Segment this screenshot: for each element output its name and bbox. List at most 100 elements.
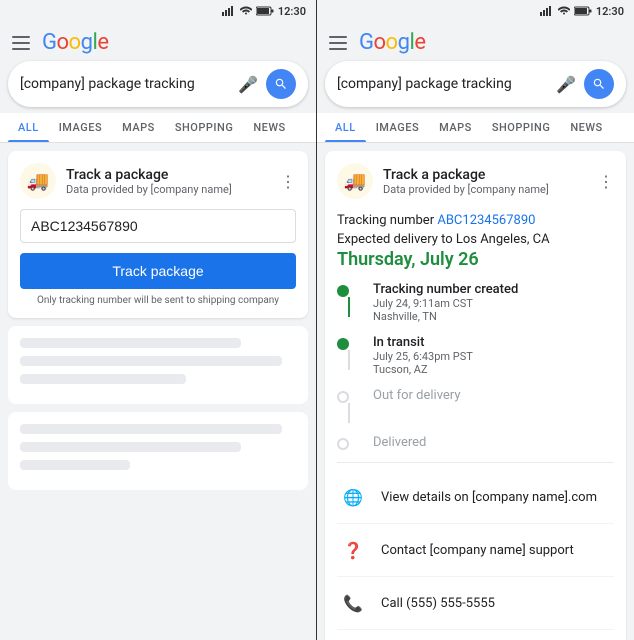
timeline-content-created: Tracking number created July 24, 9:11am … [373,282,518,323]
right-mic-icon[interactable]: 🎤 [556,75,576,94]
right-hamburger-icon[interactable] [329,36,347,50]
action-track-another[interactable]: 🚚 Track another package [337,630,614,640]
right-google-header: Google [317,22,634,61]
tracking-timeline: Tracking number created July 24, 9:11am … [337,282,614,450]
timeline-content-delivery: Out for delivery [373,388,460,403]
tracking-number-input[interactable] [20,209,296,243]
timeline-item-created: Tracking number created July 24, 9:11am … [337,282,614,323]
right-main-content: 🚚 Track a package Data provided by [comp… [317,143,634,640]
right-panel: 12:30 Google [company] package tracking … [317,0,634,640]
left-more-icon[interactable]: ⋮ [280,172,296,191]
left-tab-all[interactable]: ALL [8,113,49,142]
right-search-button[interactable] [584,69,614,99]
tracking-number-row: Tracking number ABC1234567890 [337,213,614,228]
left-skeleton-2 [8,412,308,490]
left-google-header: Google [0,22,316,61]
left-tab-news[interactable]: NEWS [243,113,295,142]
left-hamburger-icon[interactable] [12,36,30,50]
event-detail-created-1: July 24, 9:11am CST [373,297,518,310]
event-title-transit: In transit [373,335,473,350]
left-card-title: Track a package [66,167,280,183]
globe-icon: 🌐 [337,481,369,513]
track-package-button[interactable]: Track package [20,253,296,289]
delivery-date: Thursday, July 26 [337,249,614,270]
left-search-text: [company] package tracking [20,76,238,92]
battery-icon [574,6,592,16]
right-tabs-bar: ALL IMAGES MAPS SHOPPING NEWS [317,113,634,143]
right-card-subtitle: Data provided by [company name] [383,183,598,196]
skeleton-line [20,460,130,470]
skeleton-line [20,442,241,452]
right-search-bar[interactable]: [company] package tracking 🎤 [325,61,626,107]
event-detail-created-2: Nashville, TN [373,310,518,323]
timeline-content-delivered: Delivered [373,435,426,450]
skeleton-line [20,356,282,366]
signal-icon [540,6,554,16]
right-card-title-area: Track a package Data provided by [compan… [383,167,598,196]
left-tab-maps[interactable]: MAPS [112,113,165,142]
event-title-delivered: Delivered [373,435,426,450]
right-tracking-card: 🚚 Track a package Data provided by [comp… [325,151,626,640]
right-tab-maps[interactable]: MAPS [429,113,482,142]
left-card-header: 🚚 Track a package Data provided by [comp… [20,163,296,199]
left-tab-images[interactable]: IMAGES [49,113,112,142]
right-search-icons: 🎤 [556,69,614,99]
right-google-logo: Google [359,30,425,55]
left-time: 12:30 [278,5,306,18]
timeline-item-delivered: Delivered [337,435,614,450]
action-contact-support[interactable]: ❓ Contact [company name] support [337,524,614,577]
right-search-text: [company] package tracking [337,76,556,92]
left-truck-icon: 🚚 [20,163,56,199]
wifi-icon [240,6,252,16]
timeline-item-delivery: Out for delivery [337,388,614,423]
right-tab-shopping[interactable]: SHOPPING [482,113,561,142]
right-status-icons: 12:30 [540,5,624,18]
timeline-item-transit: In transit July 25, 6:43pm PST Tucson, A… [337,335,614,376]
right-more-icon[interactable]: ⋮ [598,172,614,191]
timeline-dot-transit [337,338,349,350]
tracking-result: Tracking number ABC1234567890 Expected d… [337,209,614,640]
left-status-icons: 12:30 [222,5,306,18]
event-title-delivery: Out for delivery [373,388,460,403]
event-title-created: Tracking number created [373,282,518,297]
action-view-details-label: View details on [company name].com [381,490,597,505]
left-search-button[interactable] [266,69,296,99]
left-panel: 12:30 Google [company] package tracking … [0,0,317,640]
action-contact-label: Contact [company name] support [381,543,574,558]
action-call[interactable]: 📞 Call (555) 555-5555 [337,577,614,630]
action-call-label: Call (555) 555-5555 [381,596,495,611]
right-truck-icon: 🚚 [337,163,373,199]
timeline-content-transit: In transit July 25, 6:43pm PST Tucson, A… [373,335,473,376]
left-tabs-bar: ALL IMAGES MAPS SHOPPING NEWS [0,113,316,143]
right-tab-all[interactable]: ALL [325,113,366,142]
left-search-bar[interactable]: [company] package tracking 🎤 [8,61,308,107]
left-status-bar: 12:30 [0,0,316,22]
right-status-bar: 12:30 [317,0,634,22]
action-view-details[interactable]: 🌐 View details on [company name].com [337,471,614,524]
event-detail-transit-1: July 25, 6:43pm PST [373,350,473,363]
tracking-number-label: Tracking number [337,213,434,228]
skeleton-line [20,374,186,384]
left-skeleton-1 [8,326,308,404]
right-time: 12:30 [596,5,624,18]
left-mic-icon[interactable]: 🎤 [238,75,258,94]
delivery-label: Expected delivery to Los Angeles, CA [337,232,614,247]
left-tracking-card: 🚚 Track a package Data provided by [comp… [8,151,308,318]
tracking-disclaimer: Only tracking number will be sent to shi… [20,295,296,306]
timeline-dot-delivery [337,391,349,403]
question-icon: ❓ [337,534,369,566]
phone-icon: 📞 [337,587,369,619]
left-card-subtitle: Data provided by [company name] [66,183,280,196]
skeleton-line [20,424,282,434]
right-tab-news[interactable]: NEWS [560,113,612,142]
left-tab-shopping[interactable]: SHOPPING [165,113,244,142]
timeline-dot-delivered [337,438,349,450]
right-tab-images[interactable]: IMAGES [366,113,429,142]
tracking-number-link[interactable]: ABC1234567890 [437,213,535,228]
right-card-header: 🚚 Track a package Data provided by [comp… [337,163,614,199]
left-search-icons: 🎤 [238,69,296,99]
event-detail-transit-2: Tucson, AZ [373,363,473,376]
wifi-icon [558,6,570,16]
left-main-content: 🚚 Track a package Data provided by [comp… [0,143,316,640]
timeline-dot-created [337,285,349,297]
